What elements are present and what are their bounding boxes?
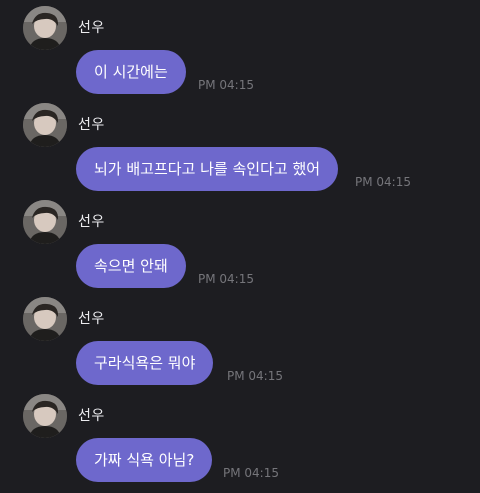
message-bubble[interactable]: 속으면 안돼 (76, 244, 186, 288)
sender-name: 선우 (78, 20, 105, 36)
avatar[interactable] (23, 103, 67, 147)
avatar[interactable] (23, 394, 67, 438)
message-bubble[interactable]: 이 시간에는 (76, 50, 186, 94)
sender-name: 선우 (78, 117, 105, 133)
avatar[interactable] (23, 200, 67, 244)
message-timestamp: PM 04:15 (198, 78, 254, 92)
message-bubble[interactable]: 뇌가 배고프다고 나를 속인다고 했어 (76, 147, 339, 191)
avatar[interactable] (23, 297, 67, 341)
avatar-photo-icon (23, 394, 67, 438)
message-timestamp: PM 04:15 (223, 466, 279, 480)
chat-thread: 선우 이 시간에는 PM 04:15 선우 뇌가 배고프다고 나를 속인다고 했… (0, 0, 480, 493)
chat-message: 선우 구라식욕은 뭐야 PM 04:15 (0, 297, 480, 395)
avatar-photo-icon (23, 103, 67, 147)
message-timestamp: PM 04:15 (355, 175, 411, 189)
chat-message: 선우 가짜 식욕 아님? PM 04:15 (0, 394, 480, 492)
sender-name: 선우 (78, 408, 105, 424)
message-bubble[interactable]: 구라식욕은 뭐야 (76, 341, 214, 385)
avatar-photo-icon (23, 6, 67, 50)
chat-message: 선우 뇌가 배고프다고 나를 속인다고 했어 PM 04:15 (0, 103, 480, 201)
avatar[interactable] (23, 6, 67, 50)
sender-name: 선우 (78, 311, 105, 327)
message-bubble[interactable]: 가짜 식욕 아님? (76, 438, 213, 482)
chat-message: 선우 이 시간에는 PM 04:15 (0, 6, 480, 104)
sender-name: 선우 (78, 214, 105, 230)
message-timestamp: PM 04:15 (227, 369, 283, 383)
avatar-photo-icon (23, 200, 67, 244)
message-timestamp: PM 04:15 (198, 272, 254, 286)
chat-message: 선우 속으면 안돼 PM 04:15 (0, 200, 480, 298)
avatar-photo-icon (23, 297, 67, 341)
